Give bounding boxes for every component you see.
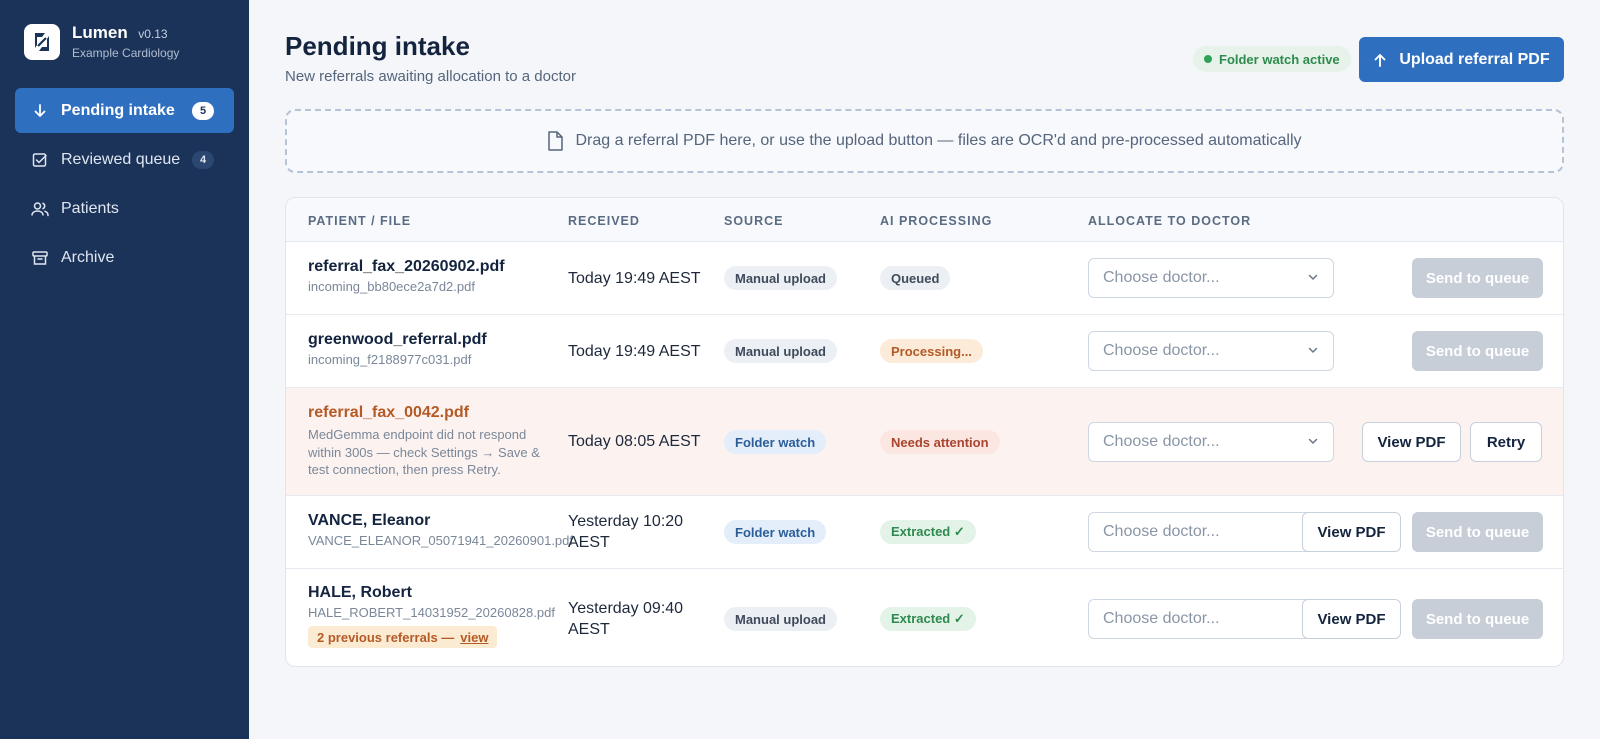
arrow-up-icon (1373, 52, 1387, 68)
sidebar-nav: Pending intake 5 Reviewed queue 4 Patien… (15, 88, 234, 284)
dropzone-text: Drag a referral PDF here, or use the upl… (575, 132, 1302, 149)
page-subtitle: New referrals awaiting allocation to a d… (285, 68, 576, 85)
retry-button[interactable]: Retry (1470, 422, 1542, 462)
doctor-select[interactable]: Choose doctor... (1088, 331, 1334, 371)
view-pdf-button[interactable]: View PDF (1362, 422, 1461, 462)
previous-referrals-badge: 2 previous referrals — view (308, 626, 498, 648)
upload-referral-label: Upload referral PDF (1399, 50, 1550, 68)
file-sub: incoming_bb80ece2a7d2.pdf (308, 279, 475, 294)
received-tz: AEST (568, 621, 610, 638)
sidebar-item-label: Patients (61, 199, 119, 217)
doctor-select-placeholder: Choose doctor... (1103, 269, 1220, 286)
file-name: referral_fax_20260902.pdf (308, 258, 505, 275)
table-row: HALE, Robert HALE_ROBERT_14031952_202608… (286, 569, 1563, 666)
error-message: MedGemma endpoint did not respond within… (308, 427, 540, 477)
arrow-down-icon (31, 102, 49, 120)
doctor-select[interactable]: Choose doctor... (1088, 258, 1334, 298)
sidebar-item-label: Archive (61, 248, 115, 266)
table-row: VANCE, Eleanor VANCE_ELEANOR_05071941_20… (286, 496, 1563, 569)
folder-watch-status: Folder watch active (1193, 46, 1351, 72)
sidebar-item-archive[interactable]: Archive (15, 235, 234, 280)
archive-icon (31, 249, 49, 267)
sidebar-item-pending-intake[interactable]: Pending intake 5 (15, 88, 234, 133)
app-name: Lumen (72, 23, 128, 42)
page-title: Pending intake (285, 31, 470, 61)
brand: Lumen v0.13 Example Cardiology (24, 23, 179, 60)
chevron-down-icon (1307, 344, 1319, 356)
column-header: ALLOCATE TO DOCTOR (1088, 214, 1252, 228)
previous-referrals-text: 2 previous referrals — (317, 629, 455, 645)
doctor-input[interactable]: Choose doctor... (1088, 512, 1334, 552)
nav-count-badge: 5 (192, 101, 214, 120)
status-dot-icon (1204, 55, 1212, 63)
org-name: Example Cardiology (72, 46, 180, 60)
send-to-queue-button[interactable]: Send to queue (1412, 331, 1543, 371)
file-name: referral_fax_0042.pdf (308, 404, 469, 421)
checkbox-icon (31, 151, 49, 169)
upload-referral-button[interactable]: Upload referral PDF (1359, 37, 1564, 82)
doctor-select-placeholder: Choose doctor... (1103, 342, 1220, 359)
received-date: Yesterday 09:40 (568, 600, 684, 617)
main-content: Pending intake New referrals awaiting al… (249, 0, 1600, 739)
sidebar-item-label: Pending intake (61, 101, 175, 119)
status-badge: Queued (880, 266, 951, 290)
doctor-input[interactable]: Choose doctor... (1088, 599, 1334, 639)
source-badge: Manual upload (724, 266, 837, 290)
received-date: Yesterday 10:20 (568, 513, 684, 530)
file-sub: incoming_f2188977c031.pdf (308, 352, 472, 367)
doctor-select[interactable]: Choose doctor... (1088, 422, 1334, 462)
sidebar-item-patients[interactable]: Patients (15, 186, 234, 231)
app-version: v0.13 (138, 27, 168, 41)
received-time: Today 19:49 AEST (568, 343, 701, 360)
chevron-down-icon (1307, 271, 1319, 283)
view-pdf-button[interactable]: View PDF (1302, 512, 1401, 552)
sidebar-item-reviewed-queue[interactable]: Reviewed queue 4 (15, 137, 234, 182)
status-badge: Processing... (880, 339, 983, 363)
column-header: RECEIVED (568, 214, 640, 228)
file-sub: HALE_ROBERT_14031952_20260828.pdf (308, 605, 555, 620)
view-pdf-button[interactable]: View PDF (1302, 599, 1401, 639)
status-badge: Extracted ✓ (880, 520, 976, 544)
source-badge: Manual upload (724, 339, 837, 363)
patient-name: HALE, Robert (308, 584, 412, 601)
status-badge: Extracted ✓ (880, 607, 976, 631)
file-sub: VANCE_ELEANOR_05071941_20260901.pdf (308, 533, 574, 548)
pdf-dropzone[interactable]: Drag a referral PDF here, or use the upl… (285, 109, 1564, 173)
column-header: AI PROCESSING (880, 214, 993, 228)
doctor-input-placeholder: Choose doctor... (1103, 523, 1220, 540)
send-to-queue-button[interactable]: Send to queue (1412, 599, 1543, 639)
received-time: Today 08:05 AEST (568, 433, 701, 450)
received-tz: AEST (568, 534, 610, 551)
doctor-select-placeholder: Choose doctor... (1103, 433, 1220, 450)
view-previous-link[interactable]: view (460, 630, 488, 645)
status-badge: Needs attention (880, 430, 1000, 454)
source-badge: Manual upload (724, 607, 837, 631)
file-name: greenwood_referral.pdf (308, 331, 487, 348)
table-row: referral_fax_20260902.pdf incoming_bb80e… (286, 242, 1563, 315)
column-header: PATIENT / FILE (308, 214, 412, 228)
lumen-logo-icon (24, 23, 60, 60)
referrals-table: PATIENT / FILE RECEIVED SOURCE AI PROCES… (285, 197, 1564, 667)
source-badge: Folder watch (724, 430, 827, 454)
patient-name: VANCE, Eleanor (308, 512, 431, 529)
file-icon (547, 131, 564, 151)
table-header: PATIENT / FILE RECEIVED SOURCE AI PROCES… (286, 198, 1563, 242)
table-row: referral_fax_0042.pdf MedGemma endpoint … (286, 388, 1563, 496)
folder-watch-label: Folder watch active (1219, 51, 1340, 67)
nav-count-badge: 4 (192, 150, 214, 169)
chevron-down-icon (1307, 435, 1319, 447)
source-badge: Folder watch (724, 520, 827, 544)
table-row: greenwood_referral.pdf incoming_f2188977… (286, 315, 1563, 388)
received-time: Today 19:49 AEST (568, 270, 701, 287)
sidebar-item-label: Reviewed queue (61, 150, 181, 168)
column-header: SOURCE (724, 214, 784, 228)
send-to-queue-button[interactable]: Send to queue (1412, 512, 1543, 552)
users-icon (31, 200, 49, 218)
doctor-input-placeholder: Choose doctor... (1103, 610, 1220, 627)
sidebar: Lumen v0.13 Example Cardiology Pending i… (0, 0, 249, 739)
send-to-queue-button[interactable]: Send to queue (1412, 258, 1543, 298)
